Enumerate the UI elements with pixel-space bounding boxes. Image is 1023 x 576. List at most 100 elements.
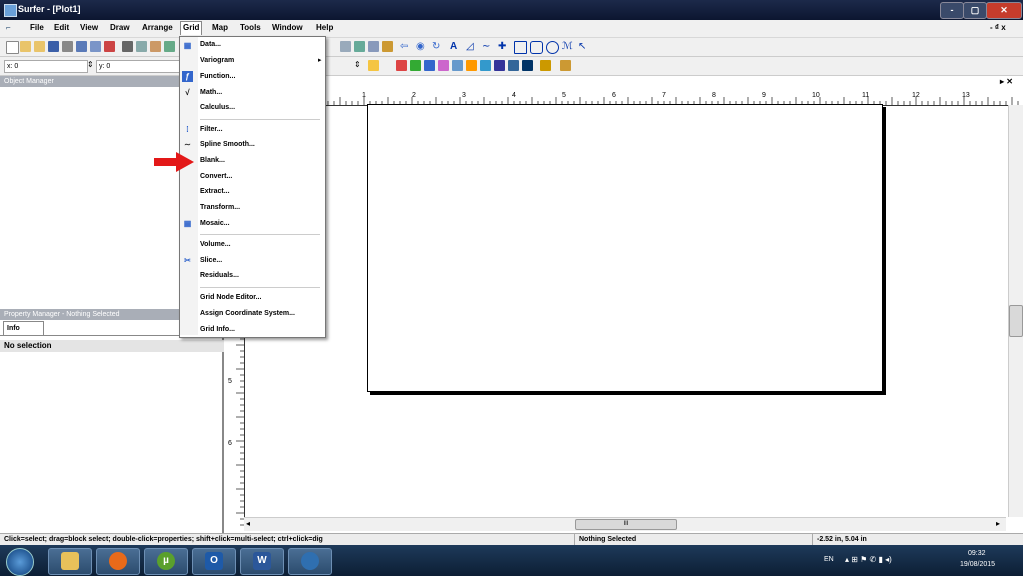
new-icon[interactable] — [6, 41, 19, 54]
reshape-tool-icon[interactable]: ↖ — [578, 41, 589, 52]
save-icon[interactable] — [48, 41, 59, 52]
shaded-relief-icon[interactable] — [452, 60, 463, 71]
property-manager-panel[interactable] — [0, 335, 224, 534]
menu-window[interactable]: Window — [270, 23, 305, 32]
symbol-tool-icon[interactable]: ✚ — [498, 41, 509, 52]
menu-edit[interactable]: Edit — [52, 23, 71, 32]
rotate-icon[interactable]: ↻ — [432, 41, 443, 52]
ruler-label: 6 — [228, 440, 232, 447]
open-icon[interactable] — [20, 41, 31, 52]
taskbar-word[interactable]: W — [240, 548, 284, 575]
page-canvas[interactable] — [367, 104, 883, 392]
undo-icon[interactable] — [104, 41, 115, 52]
menu-map[interactable]: Map — [210, 23, 230, 32]
surface-icon[interactable] — [494, 60, 505, 71]
x-spin-icon[interactable]: ⇕ — [87, 60, 94, 69]
menu-item-transform[interactable]: Transform... — [200, 204, 240, 211]
polyline-tool-icon[interactable]: ∼ — [482, 41, 493, 52]
ellipse-tool-icon[interactable] — [546, 41, 559, 54]
polygon-tool-icon[interactable]: ◿ — [466, 41, 477, 52]
menu-item-volume[interactable]: Volume... — [200, 241, 231, 248]
paste-special-icon[interactable] — [164, 41, 175, 52]
lock-icon[interactable] — [368, 60, 379, 71]
surfer-app-icon[interactable] — [4, 4, 17, 17]
clock-date[interactable]: 19/08/2015 — [960, 561, 995, 568]
menu-item-mosaic[interactable]: Mosaic... — [200, 220, 230, 227]
print-preview-icon[interactable] — [76, 41, 87, 52]
text-tool-icon[interactable]: A — [450, 41, 461, 52]
menu-item-blank[interactable]: Blank... — [200, 157, 225, 164]
vertical-scroll-thumb[interactable] — [1009, 305, 1023, 337]
taskbar-surfer[interactable] — [288, 548, 332, 575]
zoom-icon[interactable] — [340, 41, 351, 52]
menu-view[interactable]: View — [78, 23, 100, 32]
contour-map-icon[interactable] — [396, 60, 407, 71]
menu-item-data[interactable]: Data... — [200, 41, 221, 48]
scroll-right-icon[interactable]: ▸ — [996, 519, 1000, 528]
color-scale-icon[interactable] — [560, 60, 571, 71]
menu-file[interactable]: File — [28, 23, 46, 32]
menu-item-function[interactable]: Function... — [200, 73, 235, 80]
zoom-select-icon[interactable] — [368, 41, 379, 52]
scale-bar-icon[interactable] — [540, 60, 551, 71]
x-coordinate-field[interactable]: x: 0 — [4, 60, 88, 73]
plot-window-controls[interactable]: ▸ ✕ — [1000, 77, 1013, 86]
taskbar-outlook[interactable]: O — [192, 548, 236, 575]
start-button[interactable] — [6, 548, 34, 576]
menu-draw[interactable]: Draw — [108, 23, 132, 32]
horizontal-scroll-thumb[interactable]: III — [575, 519, 677, 530]
menu-item-convert[interactable]: Convert... — [200, 173, 232, 180]
cut-icon[interactable] — [122, 41, 133, 52]
menu-grid[interactable]: Grid — [180, 21, 203, 35]
taskbar-firefox[interactable] — [96, 548, 140, 575]
find-icon[interactable] — [90, 41, 101, 52]
wireframe-icon[interactable] — [480, 60, 491, 71]
menu-item-variogram[interactable]: Variogram — [200, 57, 234, 64]
copy-icon[interactable] — [136, 41, 147, 52]
watershed-icon[interactable] — [522, 60, 533, 71]
info-icon[interactable]: ◉ — [416, 41, 427, 52]
menu-help[interactable]: Help — [314, 23, 335, 32]
maximize-button[interactable]: ▢ — [963, 2, 987, 19]
vector-map-icon[interactable] — [466, 60, 477, 71]
doc-window-controls[interactable]: - ₫ x — [990, 23, 1006, 32]
redraw-icon[interactable] — [382, 41, 393, 52]
menu-item-spline-smooth[interactable]: Spline Smooth... — [200, 141, 255, 148]
size-spin-icon[interactable]: ⇕ — [354, 60, 361, 69]
minimize-button[interactable]: - — [940, 2, 964, 19]
zoom-fit-icon[interactable] — [354, 41, 365, 52]
menu-item-assign-coordinate-system[interactable]: Assign Coordinate System... — [200, 310, 295, 317]
menu-item-extract[interactable]: Extract... — [200, 188, 230, 195]
menu-item-calculus[interactable]: Calculus... — [200, 104, 235, 111]
arrow-left-icon[interactable]: ⇦ — [400, 41, 411, 52]
scroll-left-icon[interactable]: ◂ — [246, 519, 250, 528]
tab-info[interactable]: Info — [3, 321, 44, 335]
menu-arrange[interactable]: Arrange — [140, 23, 175, 32]
menu-item-slice[interactable]: Slice... — [200, 257, 222, 264]
post-map-icon[interactable] — [424, 60, 435, 71]
language-indicator[interactable]: EN — [824, 556, 834, 563]
rectangle-tool-icon[interactable] — [514, 41, 527, 54]
close-button[interactable]: ✕ — [986, 2, 1022, 19]
y-coordinate-field[interactable]: y: 0 — [96, 60, 180, 73]
doc-icon[interactable]: ⌐ — [6, 23, 18, 33]
base-map-icon[interactable] — [410, 60, 421, 71]
classed-post-icon[interactable] — [508, 60, 519, 71]
menu-item-grid-info[interactable]: Grid Info... — [200, 326, 235, 333]
paste-icon[interactable] — [150, 41, 161, 52]
menu-item-residuals[interactable]: Residuals... — [200, 272, 239, 279]
menu-tools[interactable]: Tools — [238, 23, 263, 32]
image-map-icon[interactable] — [438, 60, 449, 71]
clock-time[interactable]: 09:32 — [968, 550, 986, 557]
tray-icons[interactable]: ▴ ⊞ ⚑ ✆ ▮ ◂) — [845, 555, 892, 564]
open-worksheet-icon[interactable] — [34, 41, 45, 52]
menu-item-filter[interactable]: Filter... — [200, 126, 223, 133]
menu-item-grid-node-editor[interactable]: Grid Node Editor... — [200, 294, 261, 301]
spline-tool-icon[interactable]: ℳ — [562, 41, 573, 52]
menu-item-math[interactable]: Math... — [200, 89, 222, 96]
print-icon[interactable] — [62, 41, 73, 52]
rounded-rectangle-tool-icon[interactable] — [530, 41, 543, 54]
taskbar-utorrent[interactable]: µ — [144, 548, 188, 575]
grid-data-icon: ▦ — [183, 41, 192, 50]
taskbar-explorer[interactable] — [48, 548, 92, 575]
